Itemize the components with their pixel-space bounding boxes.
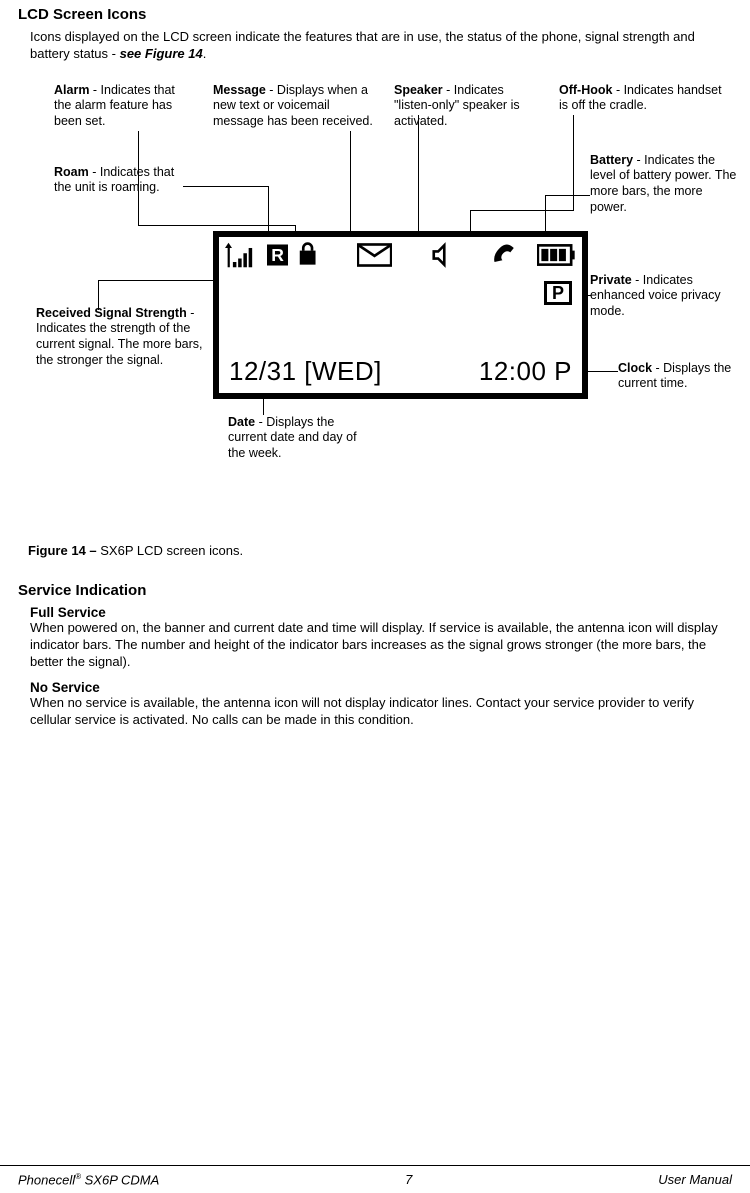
svg-text:R: R [271, 245, 284, 265]
full-service-title: Full Service [30, 605, 732, 620]
callout-date: Date - Displays the current date and day… [228, 415, 368, 462]
callout-message-title: Message [213, 83, 266, 97]
callout-signal-title: Received Signal Strength [36, 306, 187, 320]
battery-icon [537, 243, 576, 267]
figure-caption: Figure 14 – SX6P LCD screen icons. [28, 543, 732, 558]
footer-brand: Phonecell [18, 1172, 75, 1187]
callout-alarm-title: Alarm [54, 83, 89, 97]
full-service-body: When powered on, the banner and current … [30, 620, 732, 671]
signal-icon [225, 241, 257, 269]
figure-caption-bold: Figure 14 – [28, 543, 100, 558]
lcd-icon-row: R [219, 237, 582, 269]
callout-roam-title: Roam [54, 165, 89, 179]
message-icon [357, 242, 392, 268]
callout-date-title: Date [228, 415, 255, 429]
callout-signal: Received Signal Strength - Indicates the… [36, 306, 204, 369]
lcd-date-text: 12/31 [WED] [229, 356, 382, 387]
footer-right: User Manual [658, 1172, 732, 1187]
callout-private: Private - Indicates enhanced voice priva… [590, 273, 735, 320]
callout-clock-title: Clock [618, 361, 652, 375]
speaker-icon [432, 242, 451, 268]
callout-clock: Clock - Displays the current time. [618, 361, 743, 392]
footer-page-num: 7 [405, 1172, 412, 1187]
callout-battery: Battery - Indicates the level of battery… [590, 153, 740, 216]
service-heading: Service Indication [18, 582, 732, 599]
section-heading: LCD Screen Icons [18, 6, 732, 23]
callout-offhook: Off-Hook - Indicates handset is off the … [559, 83, 729, 114]
figure-diagram: Alarm - Indicates that the alarm feature… [18, 73, 732, 503]
figure-caption-rest: SX6P LCD screen icons. [100, 543, 243, 558]
no-service-title: No Service [30, 680, 732, 695]
callout-private-title: Private [590, 273, 632, 287]
callout-speaker: Speaker - Indicates "listen-only" speake… [394, 83, 544, 130]
intro-text: Icons displayed on the LCD screen indica… [30, 29, 732, 63]
intro-bold: see Figure 14 [120, 46, 203, 61]
callout-roam: Roam - Indicates that the unit is roamin… [54, 165, 194, 196]
callout-alarm: Alarm - Indicates that the alarm feature… [54, 83, 192, 130]
footer-model: SX6P CDMA [81, 1172, 159, 1187]
footer-left: Phonecell® SX6P CDMA [18, 1172, 159, 1187]
alarm-icon [298, 242, 317, 268]
page-footer: Phonecell® SX6P CDMA 7 User Manual [0, 1165, 750, 1193]
no-service-body: When no service is available, the antenn… [30, 695, 732, 729]
private-icon: P [544, 281, 572, 305]
callout-message: Message - Displays when a new text or vo… [213, 83, 373, 130]
lcd-time-text: 12:00 P [479, 356, 572, 387]
roam-icon: R [267, 243, 288, 267]
lcd-screen: R [213, 231, 588, 399]
offhook-icon [491, 241, 517, 269]
intro-part2: . [203, 46, 207, 61]
callout-battery-title: Battery [590, 153, 633, 167]
callout-offhook-title: Off-Hook [559, 83, 612, 97]
callout-speaker-title: Speaker [394, 83, 443, 97]
